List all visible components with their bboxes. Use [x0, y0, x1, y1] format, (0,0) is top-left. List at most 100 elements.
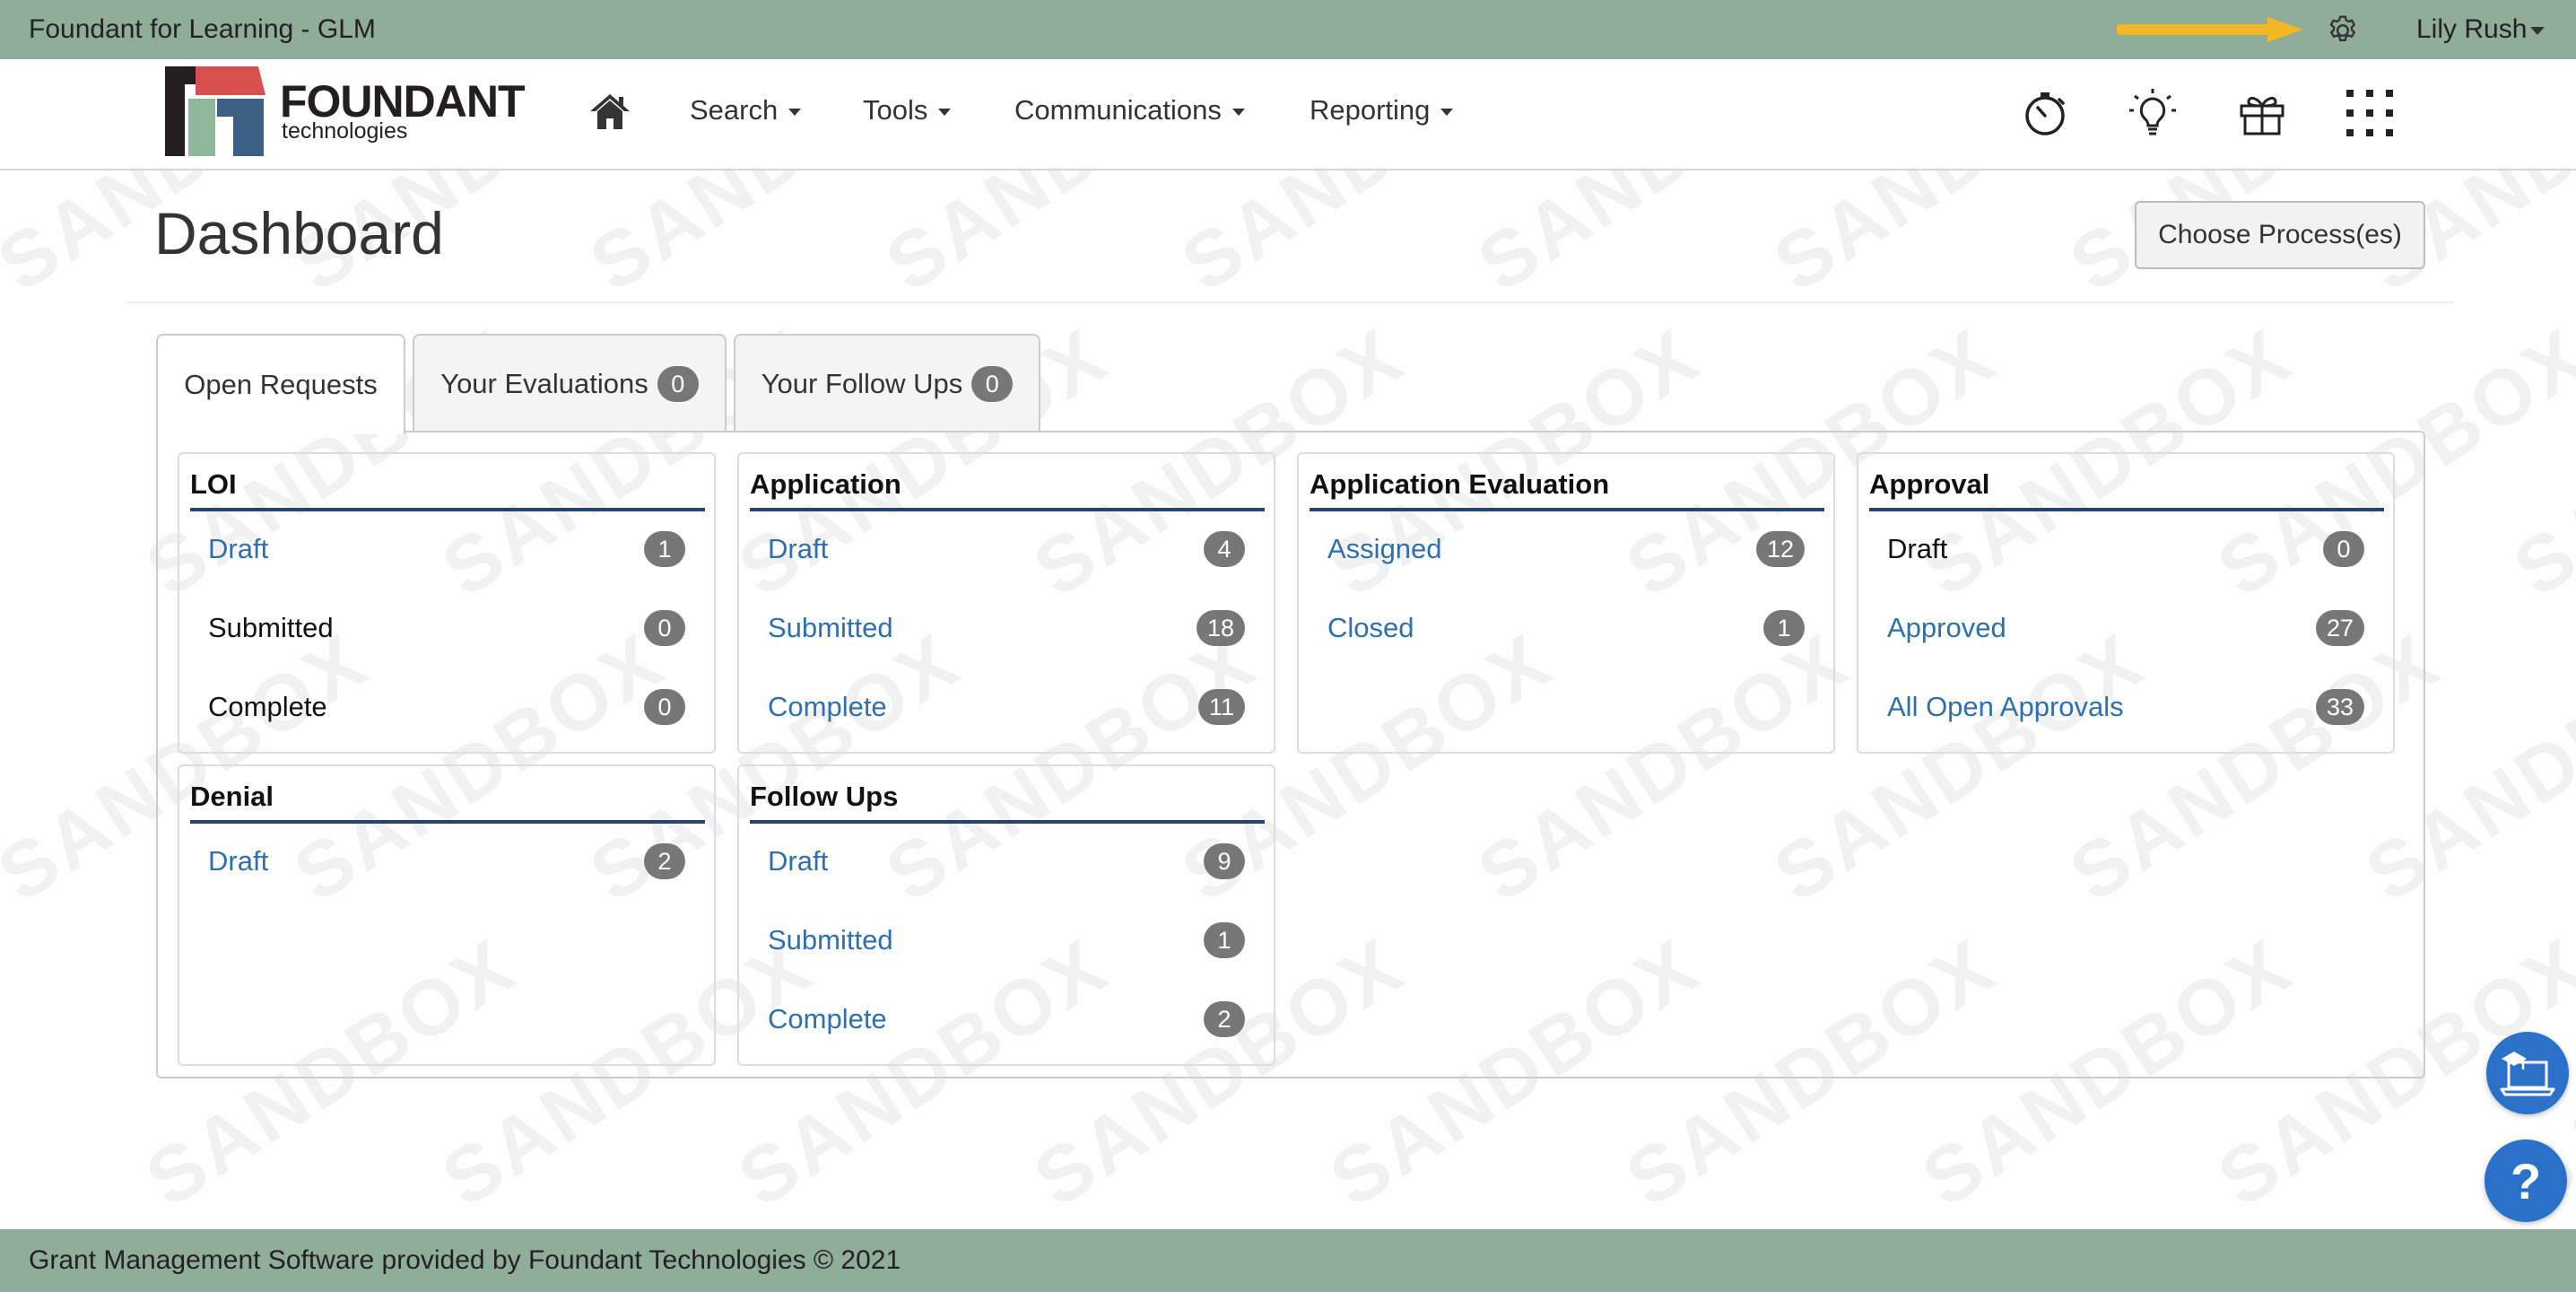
- nav-search-label: Search: [690, 94, 779, 126]
- status-label-draft[interactable]: Draft: [768, 845, 828, 877]
- status-row[interactable]: Closed: [1327, 603, 1414, 653]
- nav-communications[interactable]: Communications: [1014, 94, 1245, 127]
- nav-tools[interactable]: Tools: [863, 94, 952, 127]
- count-badge: 9: [1204, 843, 1245, 879]
- tab-open-requests[interactable]: Open Requests: [156, 334, 405, 434]
- arrow-annotation-icon: [2117, 17, 2303, 42]
- status-label-submitted[interactable]: Submitted: [768, 924, 893, 956]
- card-application: Application Draft 4 Submitted 18 Complete 11: [737, 452, 1275, 754]
- choose-processes-button[interactable]: Choose Process(es): [2135, 201, 2425, 269]
- count-badge: 2: [1204, 1001, 1245, 1037]
- chevron-down-icon: [1231, 108, 1245, 116]
- top-bar: Foundant for Learning - GLM Lily Rush: [0, 0, 2576, 59]
- card-denial: Denial Draft 2: [178, 764, 716, 1066]
- main-navbar: FOUNDANT technologies Search Tools Commu…: [0, 59, 2576, 170]
- foundant-logo[interactable]: FOUNDANT technologies: [165, 61, 535, 162]
- gear-icon[interactable]: [2325, 13, 2361, 48]
- apps-grid-icon[interactable]: [2343, 86, 2397, 140]
- status-row: Draft: [1887, 524, 1947, 574]
- status-label-assigned[interactable]: Assigned: [1327, 533, 1442, 565]
- status-label-submitted[interactable]: Submitted: [768, 612, 893, 644]
- status-row[interactable]: All Open Approvals: [1887, 682, 2124, 732]
- card-divider: [1310, 508, 1824, 511]
- watermark-text: SANDBOX: [1166, 170, 1568, 310]
- status-label-submitted: Submitted: [208, 612, 334, 643]
- card-application-evaluation: Application Evaluation Assigned 12 Closed 1: [1297, 452, 1835, 754]
- status-row[interactable]: Draft: [768, 836, 828, 886]
- status-label-draft: Draft: [1887, 533, 1948, 564]
- status-label-complete[interactable]: Complete: [768, 691, 887, 723]
- status-label-draft[interactable]: Draft: [208, 533, 268, 565]
- status-row[interactable]: Complete: [768, 994, 887, 1044]
- tab-your-evaluations[interactable]: Your Evaluations 0: [413, 334, 727, 432]
- count-badge: 2: [644, 843, 685, 879]
- count-badge: 1: [1204, 922, 1245, 958]
- status-row[interactable]: Complete: [768, 682, 887, 732]
- count-badge: 0: [644, 610, 685, 646]
- training-button[interactable]: [2486, 1032, 2569, 1114]
- count-badge: 0: [2323, 531, 2364, 567]
- status-row: Submitted: [208, 603, 334, 653]
- nav-search[interactable]: Search: [690, 94, 802, 127]
- card-divider: [190, 508, 705, 511]
- status-label-approved[interactable]: Approved: [1887, 612, 2006, 644]
- status-row[interactable]: Submitted: [768, 603, 893, 653]
- status-label-all-open-approvals[interactable]: All Open Approvals: [1887, 691, 2124, 723]
- chevron-down-icon: [1440, 108, 1454, 116]
- status-row[interactable]: Assigned: [1327, 524, 1442, 574]
- count-badge: 1: [644, 531, 685, 567]
- laptop-graduation-icon: [2500, 1052, 2555, 1096]
- status-label-draft[interactable]: Draft: [768, 533, 828, 565]
- nav-communications-label: Communications: [1014, 94, 1222, 126]
- home-icon[interactable]: [588, 92, 631, 131]
- status-label-closed[interactable]: Closed: [1327, 612, 1414, 644]
- count-badge: 0: [644, 689, 685, 725]
- status-row[interactable]: Approved: [1887, 603, 2006, 653]
- status-row[interactable]: Draft: [208, 524, 268, 574]
- app-title: Foundant for Learning - GLM: [29, 14, 376, 44]
- nav-reporting-label: Reporting: [1310, 94, 1431, 126]
- count-badge: 27: [2315, 610, 2364, 646]
- card-title: Follow Ups: [750, 781, 899, 812]
- watermark-text: SANDBOX: [1758, 170, 2160, 310]
- tab-your-evaluations-label: Your Evaluations: [440, 368, 648, 399]
- card-divider: [1869, 508, 2384, 511]
- card-follow-ups: Follow Ups Draft 9 Submitted 1 Complete 2: [737, 764, 1275, 1066]
- watermark-text: SANDBOX: [574, 170, 976, 310]
- logo-subtitle: technologies: [282, 118, 408, 144]
- count-badge: 4: [1204, 531, 1245, 567]
- count-badge: 0: [657, 366, 699, 402]
- status-label-draft[interactable]: Draft: [208, 845, 268, 877]
- help-icon: ?: [2510, 1152, 2542, 1209]
- chevron-down-icon: [938, 108, 952, 116]
- lightbulb-icon[interactable]: [2126, 86, 2180, 140]
- card-title: LOI: [190, 468, 237, 500]
- user-menu[interactable]: Lily Rush: [2416, 14, 2546, 45]
- timer-icon[interactable]: [2018, 86, 2072, 140]
- gift-icon[interactable]: [2235, 86, 2289, 140]
- status-row: Complete: [208, 682, 327, 732]
- card-title: Application Evaluation: [1310, 468, 1610, 500]
- card-divider: [750, 820, 1265, 824]
- count-badge: 0: [971, 366, 1014, 402]
- nav-tools-label: Tools: [863, 94, 928, 126]
- logo-mark-icon: [165, 66, 265, 156]
- user-name: Lily Rush: [2416, 14, 2528, 44]
- status-row[interactable]: Submitted: [768, 915, 893, 965]
- watermark-text: SANDBOX: [1462, 170, 1864, 310]
- card-title: Denial: [190, 781, 274, 812]
- status-row[interactable]: Draft: [768, 524, 828, 574]
- tab-your-follow-ups[interactable]: Your Follow Ups 0: [734, 334, 1040, 432]
- page-title: Dashboard: [154, 200, 444, 266]
- help-button[interactable]: ?: [2485, 1139, 2567, 1222]
- divider: [126, 301, 2454, 303]
- tab-your-follow-ups-label: Your Follow Ups: [761, 368, 963, 399]
- status-label-complete: Complete: [208, 691, 327, 722]
- count-badge: 1: [1763, 610, 1805, 646]
- watermark-text: SANDBOX: [870, 170, 1272, 310]
- nav-reporting[interactable]: Reporting: [1310, 94, 1454, 127]
- status-row[interactable]: Draft: [208, 836, 268, 886]
- card-title: Approval: [1869, 468, 1990, 500]
- card-divider: [750, 508, 1265, 511]
- status-label-complete[interactable]: Complete: [768, 1003, 887, 1035]
